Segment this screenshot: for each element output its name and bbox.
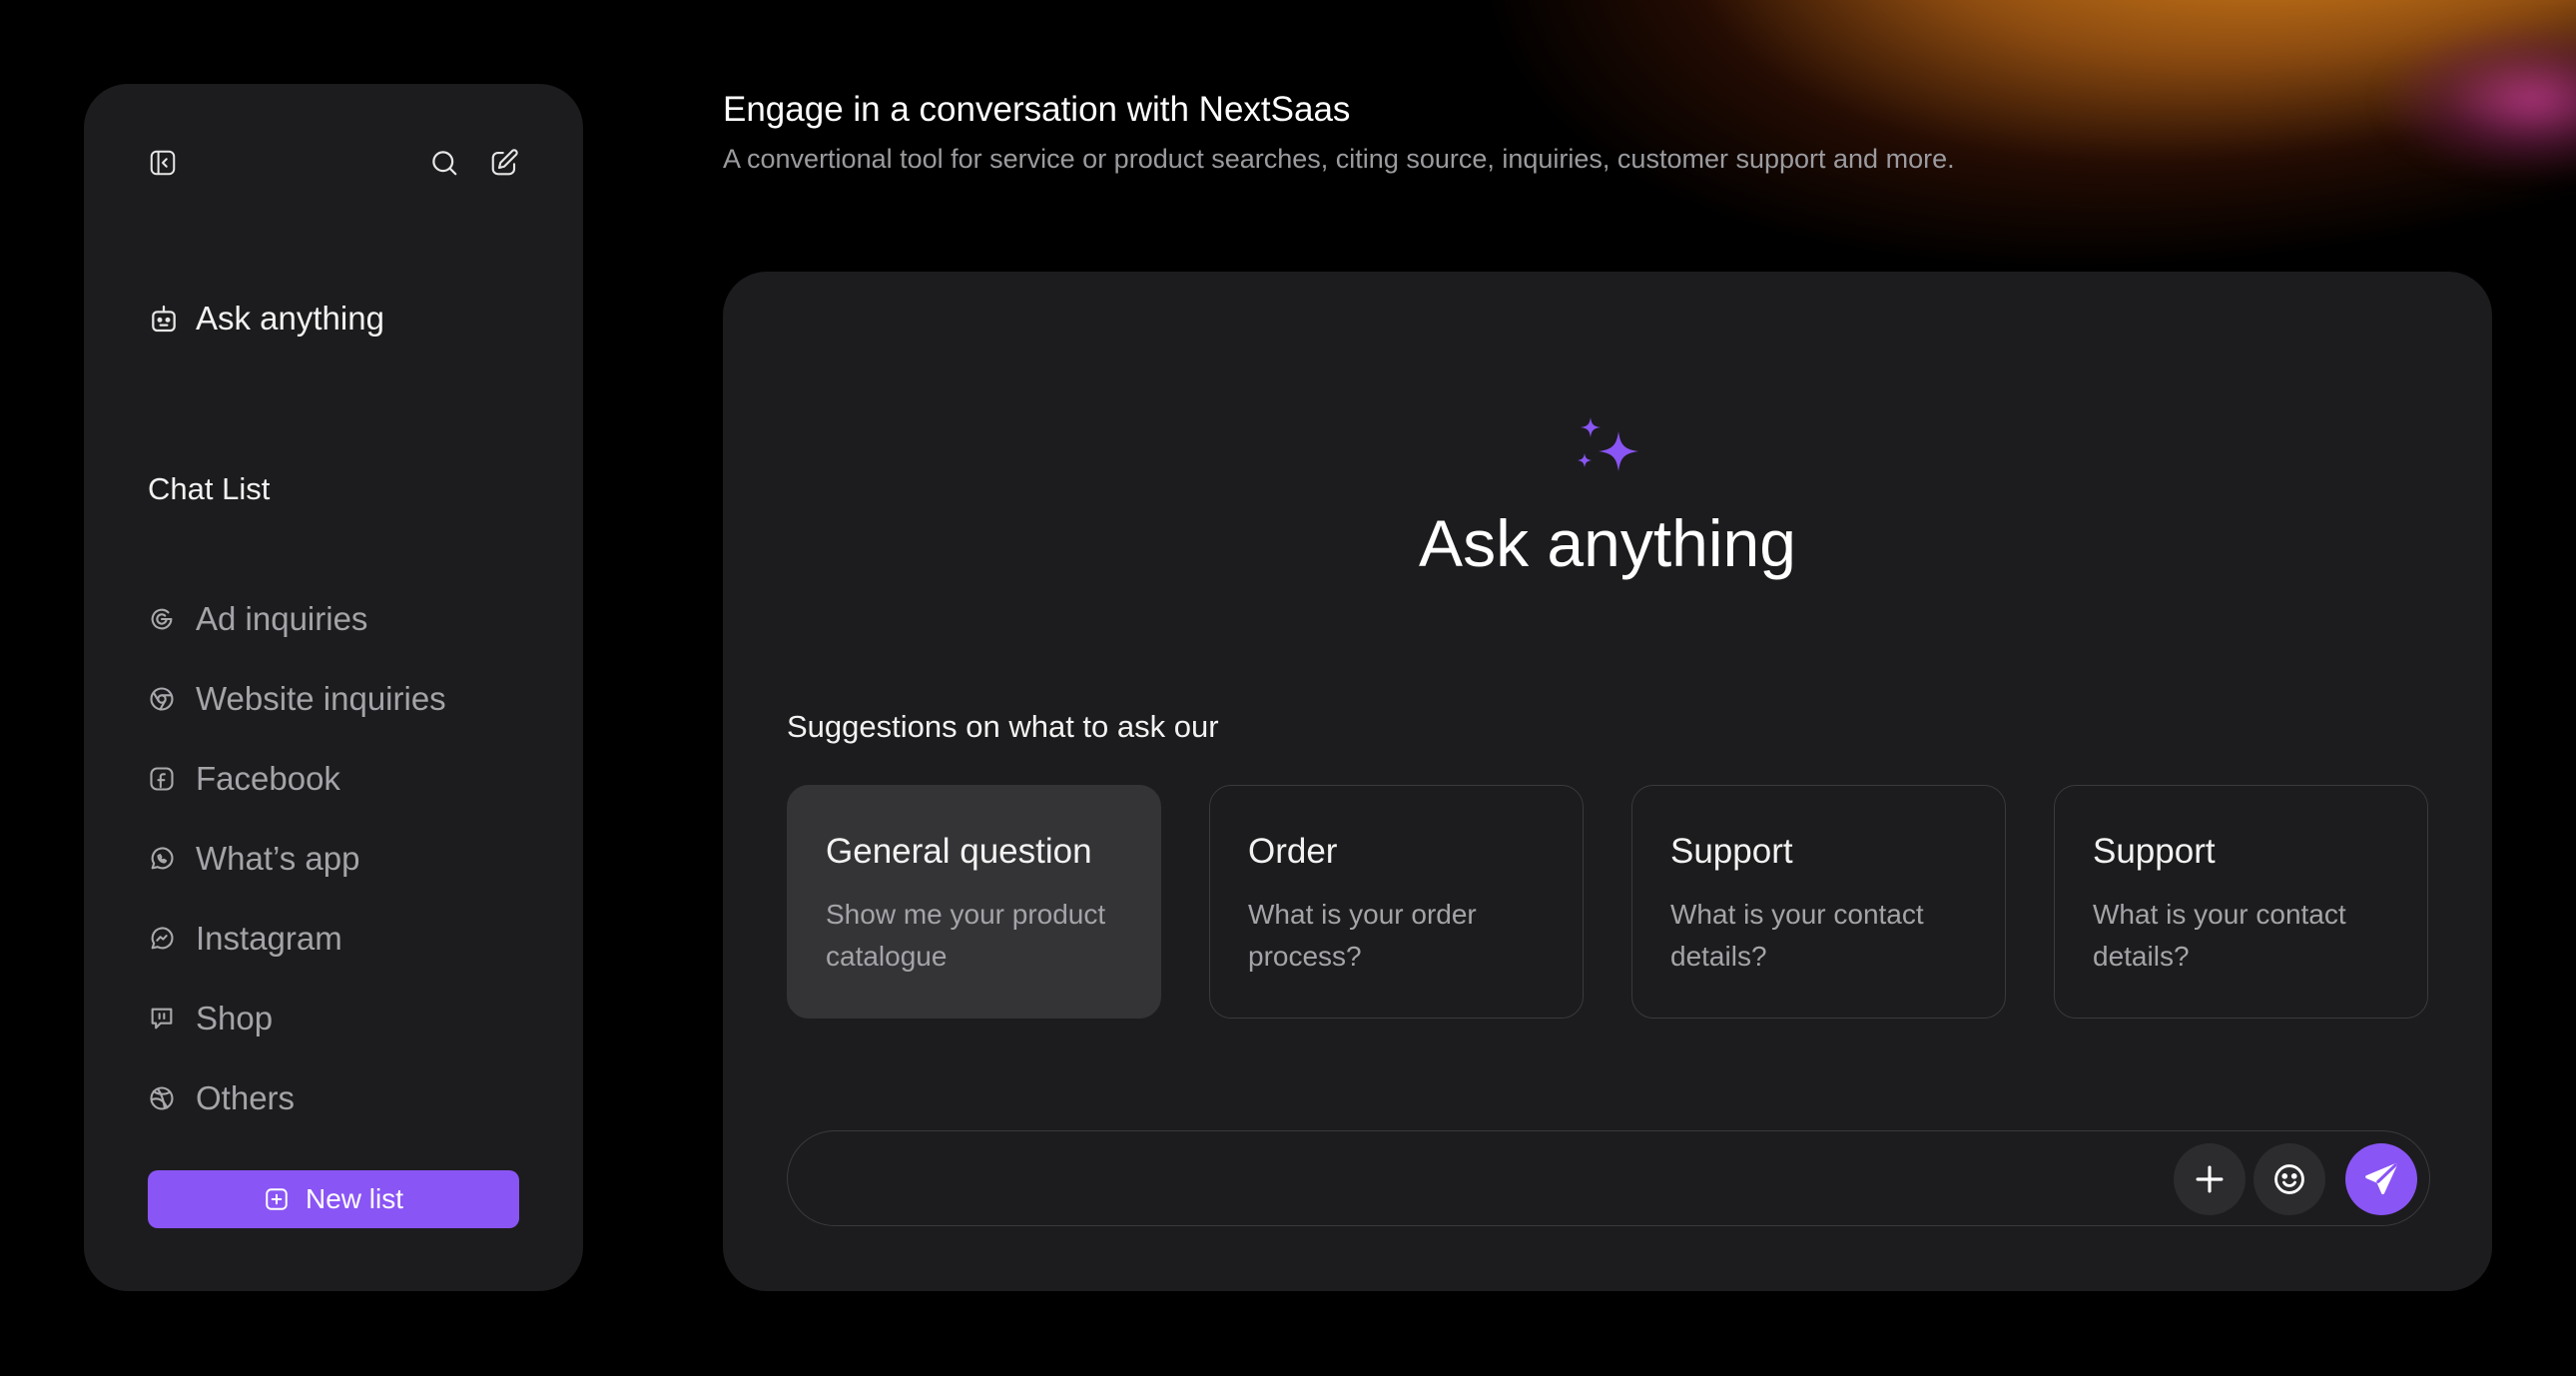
plus-icon xyxy=(2196,1165,2224,1193)
page-subtitle: A convertional tool for service or produ… xyxy=(723,144,1955,174)
attach-button[interactable] xyxy=(2174,1143,2246,1215)
page: Ask anything Chat List Ad inquiries Webs… xyxy=(0,0,2576,1376)
suggestions-title: Suggestions on what to ask our xyxy=(787,709,1219,744)
sidebar: Ask anything Chat List Ad inquiries Webs… xyxy=(84,84,583,1291)
sparkles-icon xyxy=(1578,417,1638,471)
suggestions-list: General question Show me your product ca… xyxy=(787,785,2428,1019)
messenger-icon xyxy=(151,927,174,950)
add-square-icon xyxy=(266,1188,288,1210)
suggestion-description: What is your order process? xyxy=(1248,899,1477,972)
background-glow-pink xyxy=(2376,20,2576,180)
new-list-label: New list xyxy=(305,1183,403,1214)
emoji-button[interactable] xyxy=(2254,1143,2325,1215)
send-icon xyxy=(2365,1163,2397,1195)
send-button[interactable] xyxy=(2345,1143,2417,1215)
main-title: Ask anything xyxy=(1419,506,1796,580)
chat-panel: Ask anything Suggestions on what to ask … xyxy=(723,272,2492,1291)
chat-item-others[interactable]: Others xyxy=(148,1058,446,1138)
shop-icon xyxy=(151,1008,173,1030)
chat-item-label: Ad inquiries xyxy=(196,600,368,637)
suggestion-description: What is your contact details? xyxy=(1670,899,1924,972)
search-icon[interactable] xyxy=(429,148,459,178)
whatsapp-icon xyxy=(151,847,174,870)
smiley-icon xyxy=(2274,1164,2304,1194)
ask-anything-nav[interactable]: Ask anything xyxy=(148,300,384,338)
suggestion-heading: Order xyxy=(1248,832,1338,871)
chat-item-instagram[interactable]: Instagram xyxy=(148,899,446,979)
suggestion-description: What is your contact details? xyxy=(2093,899,2346,972)
chat-item-website-inquiries[interactable]: Website inquiries xyxy=(148,659,446,739)
suggestion-card-support-2[interactable]: Support What is your contact details? xyxy=(2054,785,2428,1019)
chat-item-shop[interactable]: Shop xyxy=(148,979,446,1058)
dribbble-icon xyxy=(150,1086,174,1110)
suggestion-heading: Support xyxy=(2093,832,2216,871)
new-list-button[interactable]: New list xyxy=(148,1170,519,1228)
facebook-icon xyxy=(150,767,174,791)
chat-item-whatsapp[interactable]: What’s app xyxy=(148,819,446,899)
collapse-sidebar-icon[interactable] xyxy=(148,148,178,178)
suggestion-card-support[interactable]: Support What is your contact details? xyxy=(1631,785,2006,1019)
chat-item-label: Website inquiries xyxy=(196,680,446,717)
chat-item-label: Instagram xyxy=(196,920,342,957)
chat-list-title: Chat List xyxy=(148,471,271,506)
chat-item-label: What’s app xyxy=(196,840,360,877)
bot-icon xyxy=(152,305,176,333)
chat-item-facebook[interactable]: Facebook xyxy=(148,739,446,819)
message-input[interactable] xyxy=(818,1151,2116,1207)
ask-anything-label: Ask anything xyxy=(196,300,384,337)
suggestion-heading: Support xyxy=(1670,832,1793,871)
chat-item-label: Shop xyxy=(196,1000,274,1036)
chrome-icon xyxy=(150,687,174,711)
google-icon xyxy=(151,608,173,630)
suggestion-card-order[interactable]: Order What is your order process? xyxy=(1209,785,1584,1019)
message-composer xyxy=(787,1130,2430,1226)
edit-icon[interactable] xyxy=(489,148,519,178)
chat-item-ad-inquiries[interactable]: Ad inquiries xyxy=(148,579,446,659)
suggestion-description: Show me your product catalogue xyxy=(826,899,1106,972)
chat-item-label: Facebook xyxy=(196,760,340,797)
suggestion-heading: General question xyxy=(826,832,1092,871)
suggestion-card-general-question[interactable]: General question Show me your product ca… xyxy=(787,785,1161,1019)
chat-list: Ad inquiries Website inquiries Facebook … xyxy=(148,579,446,1138)
page-title: Engage in a conversation with NextSaas xyxy=(723,90,1351,129)
chat-item-label: Others xyxy=(196,1079,296,1116)
